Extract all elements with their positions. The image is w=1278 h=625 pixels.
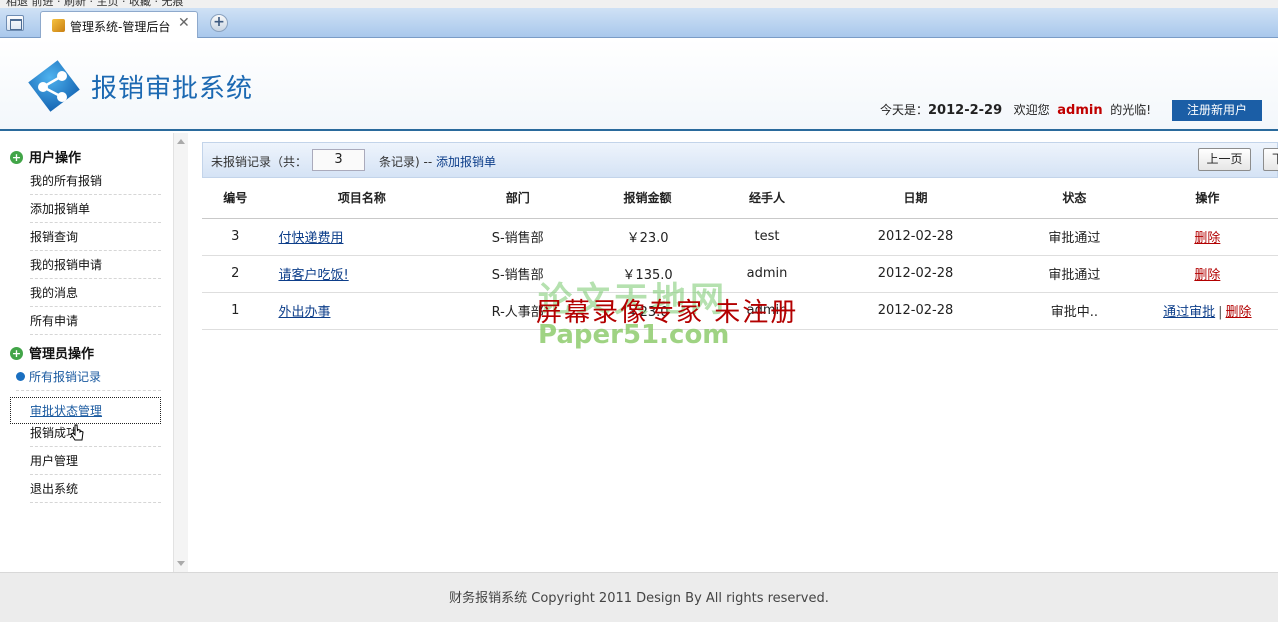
col-header-dept: 部门: [455, 178, 581, 219]
records-toolbar: 未报销记录（共： 3 条记录) -- 添加报销单 上一页 下: [202, 142, 1278, 178]
cell-dept: S-销售部: [455, 218, 581, 256]
col-header-id: 编号: [202, 178, 269, 219]
sidebar-item-my-applications[interactable]: 我的报销申请: [30, 252, 161, 279]
watermark-url: Paper51.com: [538, 320, 730, 350]
browser-tabbar: 管理系统-管理后台 ✕ +: [0, 8, 1278, 38]
scroll-up-icon[interactable]: [177, 139, 185, 144]
cell-id: 1: [202, 292, 269, 330]
sidebar-item-all-applications[interactable]: 所有申请: [30, 308, 161, 335]
sidebar-item-label: 所有报销记录: [29, 370, 102, 384]
new-tab-icon[interactable]: +: [210, 14, 228, 32]
register-user-button[interactable]: 注册新用户: [1172, 100, 1262, 121]
site-favicon-icon: [52, 19, 65, 32]
approve-link[interactable]: 通过审批: [1163, 305, 1215, 320]
records-suffix-group: 条记录) -- 添加报销单: [379, 153, 496, 170]
today-date: 2012-2-29: [928, 103, 1003, 118]
cell-date: 2012-02-28: [818, 255, 1013, 293]
window-menu-icon[interactable]: [6, 15, 24, 31]
cell-status: 审批通过: [1012, 255, 1137, 293]
table-row: 2 请客户吃饭! S-销售部 ￥135.0 admin 2012-02-28 审…: [202, 255, 1278, 293]
col-header-name: 项目名称: [268, 178, 456, 219]
sidebar-item-my-messages[interactable]: 我的消息: [30, 280, 161, 307]
expand-plus-icon: +: [10, 151, 23, 164]
sidebar-section-label: 管理员操作: [29, 347, 95, 362]
page-footer: 财务报销系统 Copyright 2011 Design By All righ…: [0, 572, 1278, 622]
cell-id: 2: [202, 255, 269, 293]
sidebar-item-reimbursed[interactable]: 报销成功: [30, 420, 161, 447]
username: admin: [1057, 103, 1103, 118]
records-count-field: 3: [312, 149, 365, 171]
delete-link[interactable]: 删除: [1194, 231, 1220, 246]
sidebar-item-user-management[interactable]: 用户管理: [30, 448, 161, 475]
tab-title: 管理系统-管理后台: [70, 20, 171, 34]
table-header-row: 编号 项目名称 部门 报销金额 经手人 日期 状态 操作: [202, 178, 1278, 219]
delete-link[interactable]: 删除: [1194, 268, 1220, 283]
cell-actions: 通过审批 | 删除: [1136, 292, 1278, 330]
col-header-status: 状态: [1012, 178, 1137, 219]
next-page-button[interactable]: 下: [1263, 148, 1278, 171]
sidebar-section-label: 用户操作: [29, 151, 82, 166]
col-header-amount: 报销金额: [580, 178, 716, 219]
cell-name: 请客户吃饭!: [268, 255, 456, 293]
sidebar-item-logout[interactable]: 退出系统: [30, 476, 161, 503]
cell-actions: 删除: [1136, 218, 1278, 256]
close-tab-icon[interactable]: ✕: [178, 15, 190, 31]
active-bullet-icon: [16, 372, 25, 381]
hand-cursor-icon: [70, 424, 84, 441]
sidebar-section-user: + 用户操作: [10, 147, 81, 166]
sidebar-section-admin: + 管理员操作: [10, 343, 94, 362]
page-header: 报销审批系统 今天是：2012-2-29 欢迎您 admin 的光临! 注册新用…: [0, 39, 1278, 131]
records-suffix: 条记录) --: [379, 155, 433, 169]
welcome-prefix: 欢迎您: [1013, 103, 1050, 117]
menubar-text: 相退 前进 · 刷新 · 主页 · 收藏 · 无痕: [6, 0, 184, 8]
cell-id: 3: [202, 218, 269, 256]
browser-menubar: 相退 前进 · 刷新 · 主页 · 收藏 · 无痕: [0, 0, 1278, 8]
prev-page-button[interactable]: 上一页: [1198, 148, 1251, 171]
delete-link[interactable]: 删除: [1226, 305, 1252, 320]
cell-status: 审批中..: [1012, 292, 1137, 330]
cell-date: 2012-02-28: [818, 292, 1013, 330]
cell-actions: 删除: [1136, 255, 1278, 293]
records-prefix: 未报销记录（共：: [211, 155, 308, 169]
cell-amount: ￥23.0: [580, 218, 716, 256]
today-label: 今天是：: [880, 103, 929, 117]
cell-name: 付快递费用: [268, 218, 456, 256]
expand-plus-icon: +: [10, 347, 23, 360]
sidebar-item-add-reimbursement[interactable]: 添加报销单: [30, 196, 161, 223]
welcome-suffix: 的光临!: [1110, 103, 1152, 117]
cell-name: 外出办事: [268, 292, 456, 330]
sidebar-item-my-reimbursements[interactable]: 我的所有报销: [30, 168, 161, 195]
app-logo-icon: [28, 60, 80, 112]
sidebar-item-all-records[interactable]: 所有报销记录: [16, 364, 161, 391]
sidebar-scrollbar[interactable]: [173, 133, 188, 572]
cell-status: 审批通过: [1012, 218, 1137, 256]
cell-handler: test: [715, 218, 819, 256]
cell-date: 2012-02-28: [818, 218, 1013, 256]
item-name-link[interactable]: 付快递费用: [278, 231, 343, 246]
item-name-link[interactable]: 请客户吃饭!: [278, 268, 348, 283]
scroll-down-icon[interactable]: [177, 561, 185, 566]
sidebar-item-search[interactable]: 报销查询: [30, 224, 161, 251]
main-content: 未报销记录（共： 3 条记录) -- 添加报销单 上一页 下 编号 项目名称 部…: [190, 133, 1278, 572]
header-info: 今天是：2012-2-29 欢迎您 admin 的光临!: [880, 101, 1151, 118]
col-header-handler: 经手人: [715, 178, 819, 219]
action-separator: |: [1218, 305, 1223, 320]
col-header-actions: 操作: [1136, 178, 1278, 219]
item-name-link[interactable]: 外出办事: [278, 305, 330, 320]
add-reimbursement-link[interactable]: 添加报销单: [436, 155, 496, 169]
browser-tab-active[interactable]: 管理系统-管理后台 ✕: [40, 11, 198, 38]
app-title: 报销审批系统: [91, 74, 254, 104]
table-row: 3 付快递费用 S-销售部 ￥23.0 test 2012-02-28 审批通过…: [202, 218, 1278, 256]
cell-handler: admin: [715, 255, 819, 293]
sidebar: + 用户操作 我的所有报销 添加报销单 报销查询 我的报销申请 我的消息 所有申请…: [0, 133, 188, 572]
col-header-date: 日期: [818, 178, 1013, 219]
